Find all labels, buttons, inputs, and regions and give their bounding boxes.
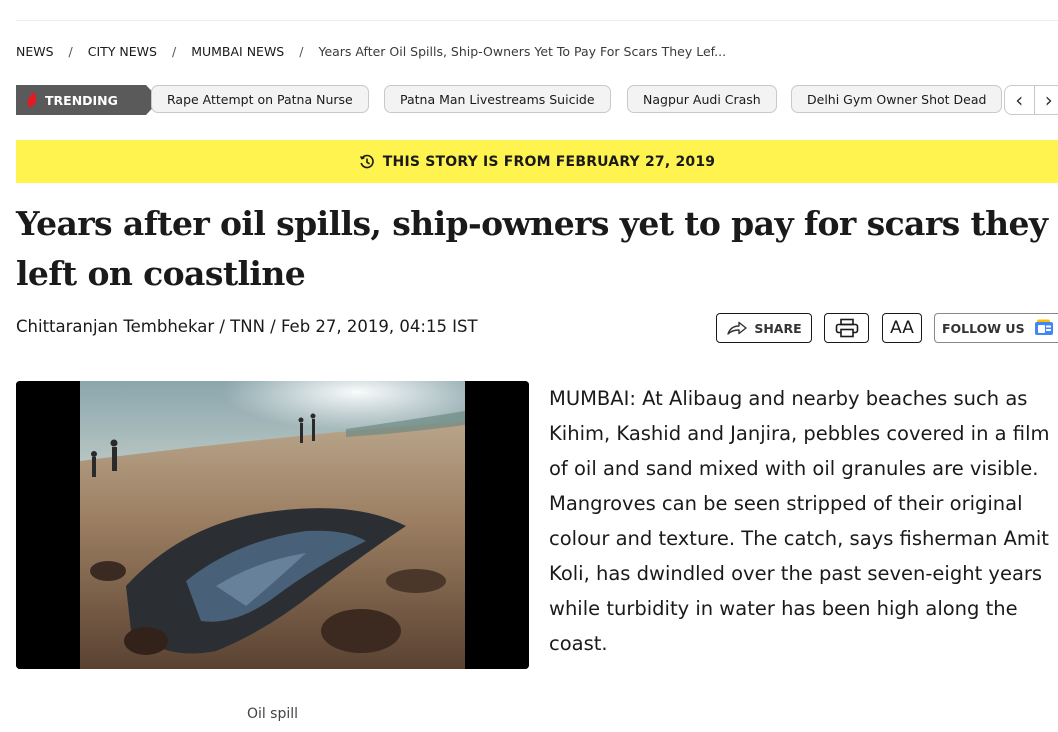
- image-caption: Oil spill: [246, 706, 299, 722]
- breadcrumb: NEWS / CITY NEWS / MUMBAI NEWS / Years A…: [16, 42, 726, 60]
- share-label: SHARE: [754, 320, 802, 336]
- story-date-text: THIS STORY IS FROM FEBRUARY 27, 2019: [382, 153, 716, 170]
- font-size-label: AA: [890, 318, 914, 338]
- article-headline: Years after oil spills, ship-owners yet …: [16, 204, 1048, 293]
- breadcrumb-news[interactable]: NEWS: [16, 44, 54, 59]
- chevron-right-icon[interactable]: ›: [1033, 86, 1058, 114]
- top-divider: [16, 20, 1058, 21]
- printer-icon: [835, 318, 858, 338]
- breadcrumb-city-news[interactable]: CITY NEWS: [88, 44, 157, 59]
- follow-us-label: FOLLOW US: [942, 320, 1025, 336]
- breadcrumb-separator: /: [299, 43, 304, 59]
- breadcrumb-mumbai-news[interactable]: MUMBAI NEWS: [191, 44, 284, 59]
- font-size-button[interactable]: AA: [882, 313, 922, 343]
- follow-us-button[interactable]: FOLLOW US: [934, 313, 1058, 343]
- trending-item[interactable]: Patna Man Livestreams Suicide: [384, 85, 611, 113]
- article-image: [16, 381, 529, 669]
- article-byline: Chittaranjan Tembhekar / TNN / Feb 27, 2…: [16, 317, 478, 336]
- trending-item[interactable]: Nagpur Audi Crash: [627, 85, 777, 113]
- share-button[interactable]: SHARE: [716, 313, 812, 343]
- article-body: MUMBAI: At Alibaug and nearby beaches su…: [549, 387, 1050, 655]
- breadcrumb-separator: /: [68, 43, 73, 59]
- share-icon: [727, 321, 748, 335]
- print-button[interactable]: [824, 313, 869, 343]
- chevron-left-icon[interactable]: ‹: [1005, 86, 1034, 114]
- trending-item[interactable]: Delhi Gym Owner Shot Dead: [791, 85, 1003, 113]
- history-clock-icon: [359, 154, 374, 168]
- trending-badge: TRENDING: [16, 85, 160, 115]
- google-news-icon: [1034, 319, 1053, 335]
- breadcrumb-separator: /: [171, 43, 177, 59]
- breadcrumb-current: Years After Oil Spills, Ship-Owners Yet …: [318, 43, 727, 59]
- trending-bar: TRENDING Rape Attempt on Patna Nurse Pat…: [16, 84, 1058, 116]
- flame-icon: [26, 93, 38, 107]
- trending-nav: ‹ ›: [1004, 85, 1058, 115]
- oil-spill-photo: [16, 381, 529, 669]
- story-date-banner: THIS STORY IS FROM FEBRUARY 27, 2019: [16, 140, 1058, 183]
- trending-item[interactable]: Rape Attempt on Patna Nurse: [151, 85, 369, 113]
- trending-label: TRENDING: [45, 92, 118, 108]
